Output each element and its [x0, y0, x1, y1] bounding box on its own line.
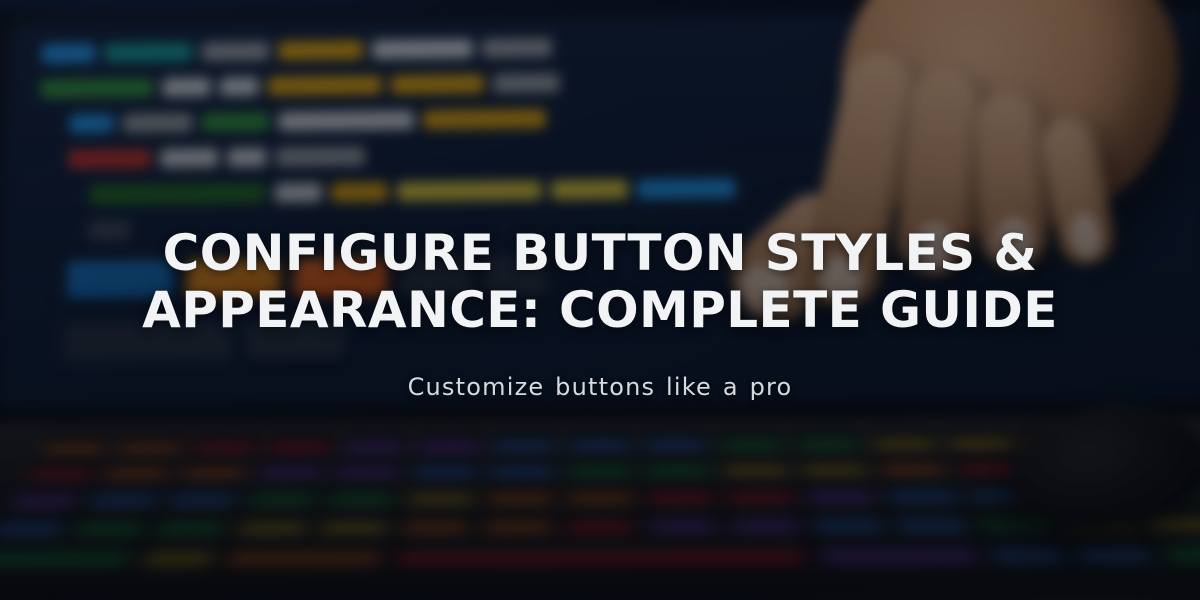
hero-title: CONFIGURE BUTTON STYLES & APPEARANCE: CO… [110, 225, 1090, 339]
hero-subtitle: Customize buttons like a pro [408, 373, 793, 401]
hero-banner: CONFIGURE BUTTON STYLES & APPEARANCE: CO… [0, 0, 1200, 600]
hero-text-layer: CONFIGURE BUTTON STYLES & APPEARANCE: CO… [0, 0, 1200, 600]
